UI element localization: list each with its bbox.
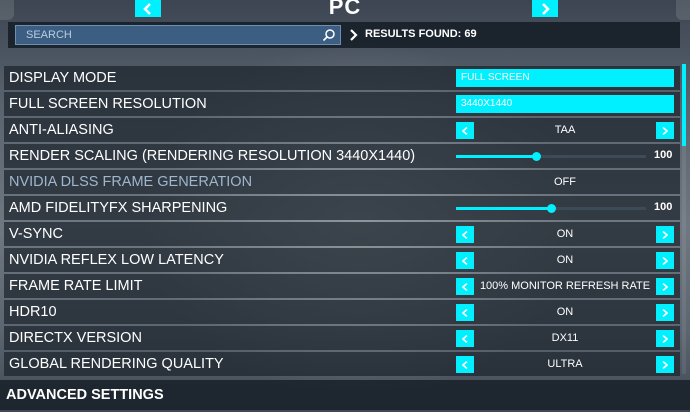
prev-option-button[interactable] xyxy=(456,304,474,321)
chevron-right-icon xyxy=(662,256,668,265)
option-value: 100% MONITOR REFRESH RATE xyxy=(479,280,651,292)
chevron-right-icon xyxy=(350,29,358,41)
advanced-settings-header[interactable]: ADVANCED SETTINGS xyxy=(0,380,690,410)
setting-row-render-scaling[interactable]: RENDER SCALING (RENDERING RESOLUTION 344… xyxy=(4,144,680,168)
results-count: RESULTS FOUND: 69 xyxy=(365,28,477,40)
next-option-button[interactable] xyxy=(656,226,674,243)
chevron-right-icon xyxy=(662,334,668,343)
next-category-button[interactable] xyxy=(532,0,558,17)
setting-row-resolution[interactable]: FULL SCREEN RESOLUTION 3440X1440 xyxy=(4,92,680,116)
prev-option-button[interactable] xyxy=(456,122,474,139)
slider-thumb[interactable] xyxy=(547,204,556,213)
setting-row-frame-rate-limit[interactable]: FRAME RATE LIMIT 100% MONITOR REFRESH RA… xyxy=(4,274,680,298)
setting-label: NVIDIA REFLEX LOW LATENCY xyxy=(9,252,224,268)
header-left-edge xyxy=(0,0,14,20)
chevron-right-icon xyxy=(662,308,668,317)
chevron-left-icon xyxy=(462,334,468,343)
setting-row-directx-version[interactable]: DIRECTX VERSION DX11 xyxy=(4,326,680,350)
chevron-left-icon xyxy=(462,360,468,369)
slider-value: 100 xyxy=(654,201,673,213)
prev-option-button[interactable] xyxy=(456,278,474,295)
next-option-button[interactable] xyxy=(656,356,674,373)
next-option-button[interactable] xyxy=(656,122,674,139)
setting-label: NVIDIA DLSS FRAME GENERATION xyxy=(9,174,253,190)
option-value: ON xyxy=(556,306,574,318)
setting-label: DIRECTX VERSION xyxy=(9,330,142,346)
setting-row-anti-aliasing[interactable]: ANTI-ALIASING TAA xyxy=(4,118,680,142)
scrollbar-thumb[interactable] xyxy=(682,64,686,146)
setting-row-global-rendering-quality[interactable]: GLOBAL RENDERING QUALITY ULTRA xyxy=(4,352,680,376)
setting-label: FULL SCREEN RESOLUTION xyxy=(9,96,207,112)
search-box[interactable] xyxy=(15,25,341,45)
setting-label: V-SYNC xyxy=(9,226,63,242)
option-value: DX11 xyxy=(551,332,579,344)
next-option-button[interactable] xyxy=(656,330,674,347)
chevron-left-icon xyxy=(462,126,468,135)
option-value: ULTRA xyxy=(547,358,583,370)
option-value: ON xyxy=(556,228,574,240)
next-option-button[interactable] xyxy=(656,304,674,321)
resolution-dropdown[interactable]: 3440X1440 xyxy=(456,95,674,113)
page-title: PC xyxy=(328,0,362,19)
sharpening-slider[interactable] xyxy=(456,204,646,213)
slider-fill xyxy=(456,207,551,210)
search-icon[interactable] xyxy=(322,28,336,42)
setting-label: HDR10 xyxy=(9,304,57,320)
setting-label: FRAME RATE LIMIT xyxy=(9,278,143,294)
setting-row-fidelityfx-sharpening[interactable]: AMD FIDELITYFX SHARPENING 100 xyxy=(4,196,680,220)
setting-label: AMD FIDELITYFX SHARPENING xyxy=(9,200,228,216)
search-input[interactable] xyxy=(16,26,316,44)
setting-label: DISPLAY MODE xyxy=(9,70,117,86)
chevron-right-icon xyxy=(662,126,668,135)
chevron-right-icon xyxy=(662,360,668,369)
scrollbar[interactable] xyxy=(682,64,686,374)
chevron-left-icon xyxy=(462,308,468,317)
setting-row-display-mode[interactable]: DISPLAY MODE FULL SCREEN xyxy=(4,66,680,90)
prev-option-button[interactable] xyxy=(456,330,474,347)
slider-fill xyxy=(456,155,536,158)
slider-value: 100 xyxy=(654,149,673,161)
display-mode-dropdown[interactable]: FULL SCREEN xyxy=(456,69,674,87)
header: PC xyxy=(0,0,690,20)
prev-category-button[interactable] xyxy=(135,0,161,17)
setting-row-dlss-frame-generation: NVIDIA DLSS FRAME GENERATION OFF xyxy=(4,170,680,194)
setting-label: ANTI-ALIASING xyxy=(9,122,114,138)
section-title: ADVANCED SETTINGS xyxy=(6,387,164,403)
next-option-button[interactable] xyxy=(656,278,674,295)
setting-label: RENDER SCALING (RENDERING RESOLUTION 344… xyxy=(9,148,416,164)
render-scaling-slider[interactable] xyxy=(456,152,646,161)
chevron-left-icon xyxy=(143,2,151,15)
search-bar: RESULTS FOUND: 69 xyxy=(8,22,680,48)
chevron-left-icon xyxy=(462,282,468,291)
setting-row-reflex-low-latency[interactable]: NVIDIA REFLEX LOW LATENCY ON xyxy=(4,248,680,272)
prev-option-button[interactable] xyxy=(456,252,474,269)
chevron-right-icon xyxy=(662,282,668,291)
setting-row-v-sync[interactable]: V-SYNC ON xyxy=(4,222,680,246)
prev-option-button[interactable] xyxy=(456,356,474,373)
option-value: OFF xyxy=(554,176,576,188)
chevron-left-icon xyxy=(462,256,468,265)
setting-label: GLOBAL RENDERING QUALITY xyxy=(9,356,224,372)
prev-option-button[interactable] xyxy=(456,226,474,243)
setting-row-hdr10[interactable]: HDR10 ON xyxy=(4,300,680,324)
chevron-right-icon xyxy=(542,2,550,15)
slider-thumb[interactable] xyxy=(532,152,541,161)
option-value: ON xyxy=(556,254,574,266)
next-option-button[interactable] xyxy=(656,252,674,269)
chevron-right-icon xyxy=(662,230,668,239)
option-value: TAA xyxy=(554,124,576,136)
chevron-left-icon xyxy=(462,230,468,239)
header-right-edge xyxy=(676,0,690,20)
